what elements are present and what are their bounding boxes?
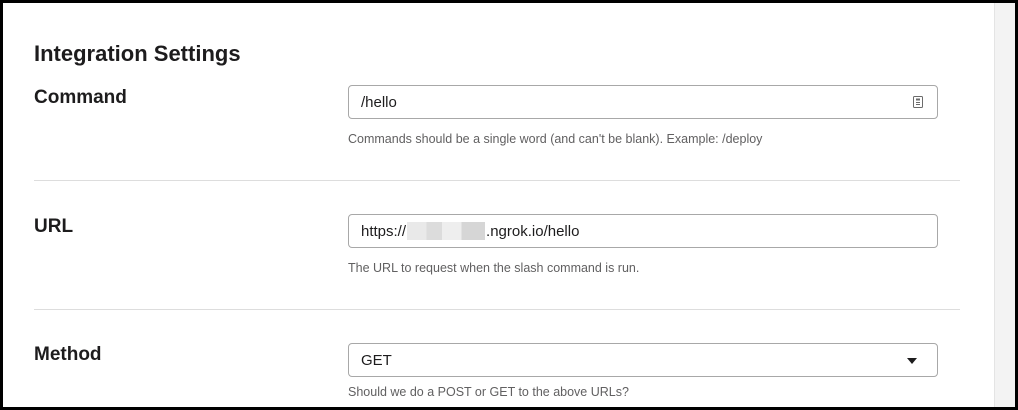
redacted-subdomain	[407, 222, 486, 240]
url-input-suffix: .ngrok.io/hello	[486, 222, 580, 240]
command-input-value: /hello	[361, 93, 397, 111]
clipboard-icon[interactable]	[911, 95, 925, 109]
command-label: Command	[34, 87, 127, 108]
section-title: Integration Settings	[34, 41, 241, 66]
command-hint: Commands should be a single word (and ca…	[348, 132, 763, 146]
url-input[interactable]: https:// .ngrok.io/hello	[348, 214, 938, 248]
method-label: Method	[34, 344, 102, 365]
command-input[interactable]: /hello	[348, 85, 938, 119]
method-select-value: GET	[361, 351, 392, 369]
url-hint: The URL to request when the slash comman…	[348, 261, 640, 275]
url-input-prefix: https://	[361, 222, 407, 240]
divider	[34, 180, 960, 181]
method-hint: Should we do a POST or GET to the above …	[348, 385, 629, 399]
caret-down-icon	[907, 358, 917, 364]
scrollbar[interactable]	[994, 3, 1015, 407]
settings-panel: Integration Settings Command /hello Comm…	[0, 0, 1018, 410]
method-select[interactable]: GET	[348, 343, 938, 377]
divider	[34, 309, 960, 310]
url-label: URL	[34, 216, 74, 237]
